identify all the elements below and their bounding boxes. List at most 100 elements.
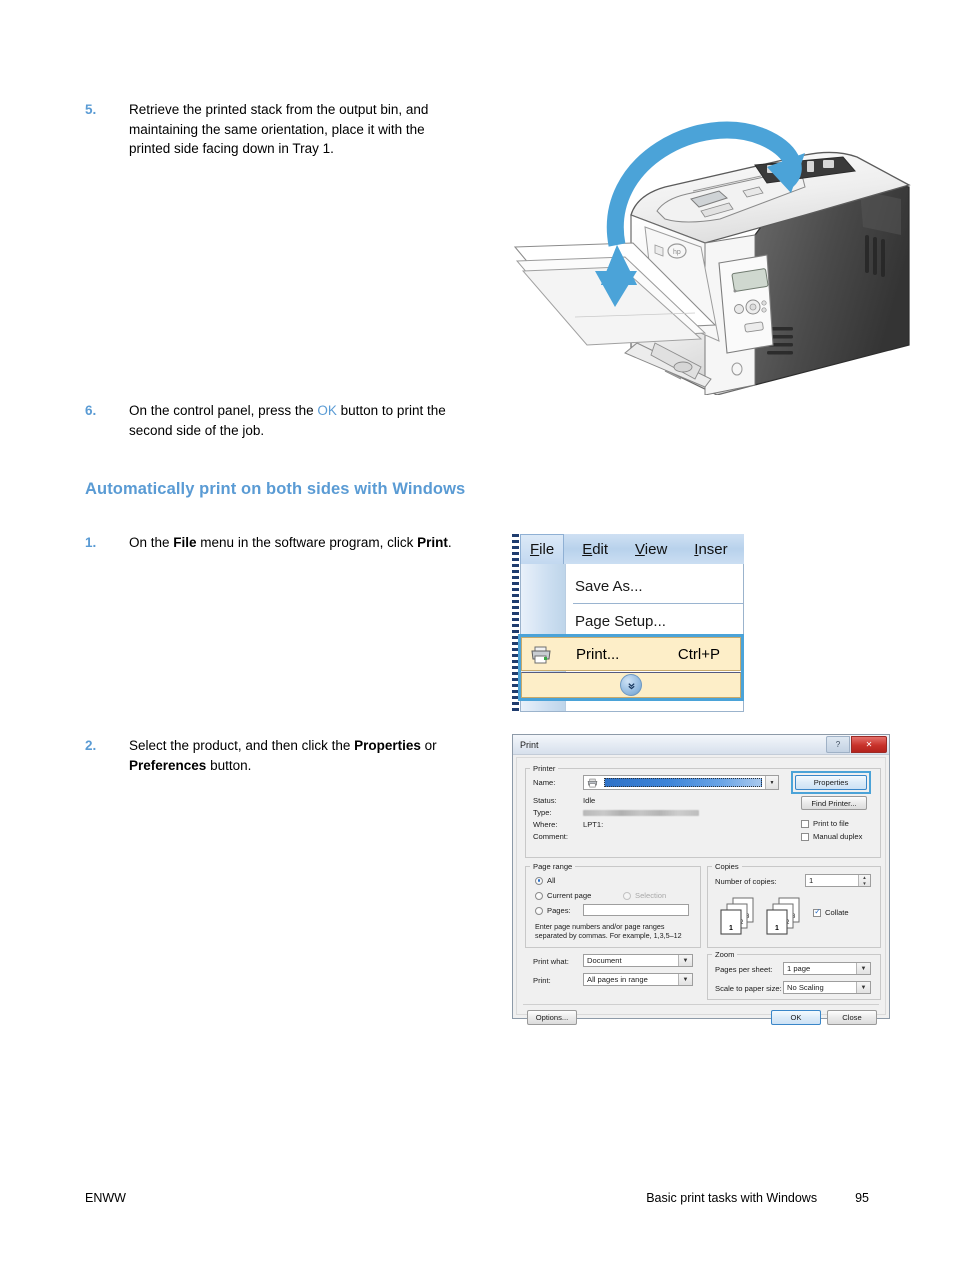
manual-duplex-row[interactable]: Manual duplex (801, 832, 862, 841)
print-what-combo[interactable]: Document ▼ (583, 954, 693, 967)
print-to-file-checkbox[interactable] (801, 819, 809, 828)
step-5-text: Retrieve the printed stack from the outp… (129, 102, 429, 156)
page-range-option-all[interactable]: All (535, 876, 555, 885)
page-range-selection-label: Selection (635, 891, 667, 900)
menubar-file-mnemonic: F (530, 541, 540, 558)
chevron-down-icon[interactable]: ▼ (678, 974, 692, 985)
chevron-down-icon[interactable]: ▼ (765, 776, 778, 789)
pages-per-sheet-label: Pages per sheet: (715, 965, 773, 974)
menubar-insert-mnemonic: I (694, 540, 699, 558)
page-range-selection-radio (623, 891, 631, 900)
windows-step-2: 2. Select the product, and then click th… (85, 736, 465, 775)
print-to-file-label: Print to file (813, 819, 849, 828)
printer-group-legend: Printer (533, 764, 556, 773)
file-menu-screenshot: File Edit View Inser Save As... Page Set… (512, 534, 744, 712)
dialog-divider (523, 1004, 879, 1005)
w2-post: button. (206, 757, 252, 773)
page-footer: ENWW Basic print tasks with Windows 95 (85, 1191, 869, 1205)
copies-number-label: Number of copies: (715, 877, 777, 886)
printer-name-combo[interactable]: ▼ (583, 775, 779, 790)
dialog-titlebar: Print ? ✕ (513, 735, 889, 755)
ok-button[interactable]: OK (771, 1010, 821, 1025)
chevron-down-icon[interactable]: ▼ (856, 982, 870, 993)
svg-text:1: 1 (775, 925, 779, 932)
menubar-item-insert[interactable]: Inser (685, 541, 736, 558)
w1-mid: menu in the software program, click (196, 535, 418, 550)
print-filter-label: Print: (533, 976, 551, 985)
printer-where-value: LPT1: (583, 820, 604, 829)
cancel-button[interactable]: Close (827, 1010, 877, 1025)
print-dialog-screenshot: Print ? ✕ Printer Name: ▼ Properties Sta… (512, 734, 890, 1025)
print-to-file-row[interactable]: Print to file (801, 819, 849, 828)
print-filter-value: All pages in range (587, 975, 648, 984)
help-button[interactable]: ? (826, 736, 850, 753)
options-button[interactable]: Options... (527, 1010, 577, 1025)
properties-button[interactable]: Properties (795, 775, 867, 790)
page-range-current-radio[interactable] (535, 891, 543, 900)
w2-pre: Select the product, and then click the (129, 738, 355, 753)
dialog-title: Print (520, 739, 539, 750)
pages-input[interactable] (583, 904, 689, 916)
pages-per-sheet-combo[interactable]: 1 page ▼ (783, 962, 871, 975)
collate-label: Collate (825, 908, 849, 917)
copies-number-value: 1 (809, 876, 814, 885)
menubar-view-mnemonic: V (635, 540, 645, 558)
window-buttons: ? ✕ (826, 736, 887, 753)
find-printer-button[interactable]: Find Printer... (801, 796, 867, 810)
page-range-option-pages[interactable]: Pages: (535, 906, 571, 915)
page-range-option-current[interactable]: Current page (535, 891, 591, 900)
printer-where-label: Where: (533, 820, 558, 829)
page-range-pages-radio[interactable] (535, 906, 543, 915)
printer-status-label: Status: (533, 796, 557, 805)
windows-step-1-number: 1. (85, 535, 97, 550)
windows-step-2-text: Select the product, and then click the P… (129, 736, 465, 775)
footer-chapter: Basic print tasks with Windows (646, 1191, 818, 1205)
menu-item-save-as-label: Save As... (575, 578, 643, 595)
step-5-number: 5. (85, 102, 97, 117)
scale-to-paper-label: Scale to paper size: (715, 984, 782, 993)
page-range-option-selection: Selection (623, 891, 666, 900)
collate-row[interactable]: Collate (813, 907, 849, 917)
document-page: 5. Retrieve the printed stack from the o… (0, 0, 954, 1270)
menu-item-page-setup-label: Page Setup... (575, 613, 666, 630)
page-range-pages-label: Pages: (547, 906, 571, 915)
menubar-item-file[interactable]: File (520, 534, 565, 564)
w1-bold-print: Print (417, 535, 448, 550)
page-title: Automatically print on both sides with W… (85, 480, 466, 498)
page-range-all-label: All (547, 876, 556, 885)
menubar-item-edit[interactable]: Edit (573, 541, 617, 558)
footer-left: ENWW (85, 1191, 126, 1205)
copies-spin-buttons[interactable]: ▲ ▼ (858, 875, 870, 886)
application-menubar: File Edit View Inser (520, 534, 744, 565)
chevron-down-icon[interactable]: ▼ (856, 963, 870, 974)
windows-step-1: 1. On the File menu in the software prog… (85, 533, 465, 553)
scale-to-paper-combo[interactable]: No Scaling ▼ (783, 981, 871, 994)
printer-icon (584, 778, 601, 788)
w1-bold-file: File (173, 535, 197, 550)
step-6-number: 6. (85, 403, 97, 418)
manual-duplex-checkbox[interactable] (801, 832, 809, 841)
collate-checkbox[interactable] (813, 907, 821, 917)
chevron-down-icon[interactable]: ▼ (678, 955, 692, 966)
page-range-all-radio[interactable] (535, 876, 543, 885)
svg-text:1: 1 (729, 925, 733, 932)
menubar-item-view[interactable]: View (626, 541, 676, 558)
print-filter-combo[interactable]: All pages in range ▼ (583, 973, 693, 986)
zoom-legend: Zoom (715, 950, 735, 959)
footer-page-number: 95 (855, 1191, 869, 1205)
page-range-hint-line1: Enter page numbers and/or page ranges (535, 922, 665, 931)
windows-step-1-text: On the File menu in the software program… (129, 533, 452, 553)
copies-number-stepper[interactable]: 1 ▲ ▼ (805, 874, 871, 887)
w2-bold-properties: Properties (354, 738, 421, 753)
print-item-callout (518, 634, 744, 701)
windows-step-2-number: 2. (85, 738, 97, 753)
menu-item-save-as[interactable]: Save As... (521, 570, 743, 603)
w1-pre: On the (129, 535, 174, 550)
printer-name-label: Name: (533, 778, 556, 787)
spin-down-icon[interactable]: ▼ (859, 881, 870, 887)
w1-post: . (447, 535, 452, 550)
printer-type-value-redacted (583, 810, 699, 816)
close-icon[interactable]: ✕ (851, 736, 887, 753)
page-range-hint-line2: separated by commas. For example, 1,3,5–… (535, 931, 682, 940)
svg-text:hp: hp (673, 249, 681, 256)
